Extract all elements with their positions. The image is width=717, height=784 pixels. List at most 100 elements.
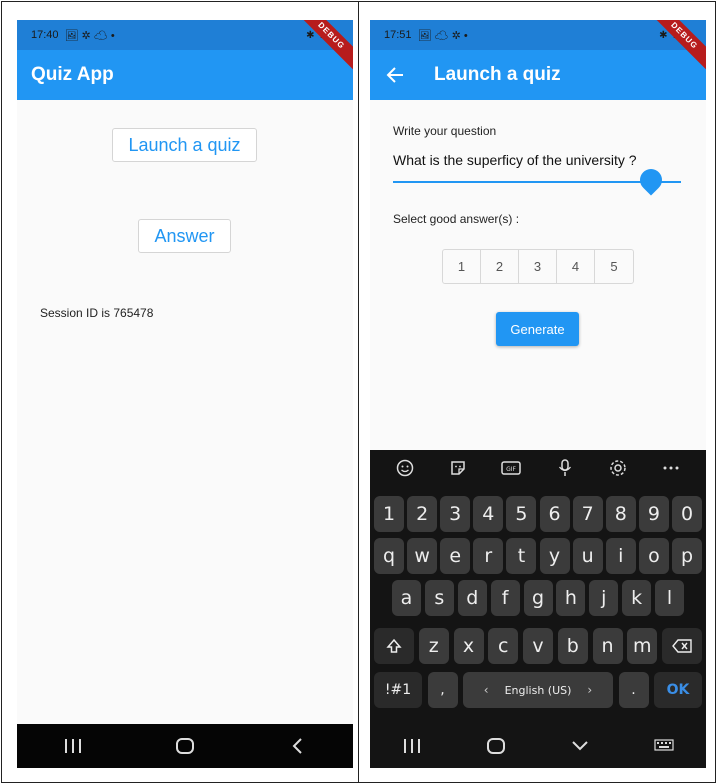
period-key[interactable]: . <box>618 672 649 708</box>
key[interactable]: d <box>457 580 487 616</box>
key[interactable]: k <box>622 580 652 616</box>
gif-icon[interactable]: GIF <box>496 453 526 483</box>
answer-toggle-2[interactable]: 2 <box>481 250 519 283</box>
hide-keyboard-button[interactable] <box>560 726 600 766</box>
answer-toggle-group: 1 2 3 4 5 <box>442 249 634 284</box>
key[interactable]: o <box>638 538 669 574</box>
keyboard-number-row: 1 2 3 4 5 6 7 8 9 0 <box>374 496 702 532</box>
recent-apps-button[interactable] <box>392 726 432 766</box>
key[interactable]: 6 <box>539 496 570 532</box>
key[interactable]: p <box>671 538 702 574</box>
back-button[interactable] <box>277 726 317 766</box>
key[interactable]: b <box>557 628 588 664</box>
key[interactable]: s <box>424 580 454 616</box>
status-bar: 17:51 🖼 ☁ ✲ • ✱ ⊿ ▮ <box>370 20 706 50</box>
key[interactable]: a <box>392 580 421 616</box>
key[interactable]: j <box>589 580 619 616</box>
sticker-icon[interactable] <box>443 453 473 483</box>
symbols-key[interactable]: !#1 <box>374 672 422 708</box>
key[interactable]: w <box>407 538 438 574</box>
app-bar: Quiz App <box>17 50 353 100</box>
home-icon <box>176 738 194 754</box>
shift-arrow-icon <box>386 638 402 653</box>
emoji-icon[interactable] <box>390 453 420 483</box>
android-nav-bar <box>370 724 706 768</box>
launch-quiz-button[interactable]: Launch a quiz <box>112 128 257 162</box>
app-title: Launch a quiz <box>434 64 561 85</box>
settings-gear-icon[interactable] <box>603 453 633 483</box>
keyboard-switch-button[interactable] <box>644 726 684 766</box>
back-arrow-icon[interactable] <box>374 50 416 100</box>
keyboard-icon <box>654 739 674 751</box>
home-button[interactable] <box>476 726 516 766</box>
key[interactable]: 9 <box>638 496 669 532</box>
chevron-down-icon <box>572 741 588 751</box>
home-screen: 17:40 🖼 ✲ ☁ • ✱ ⊿ ▮ Quiz App DEBUG Launc… <box>17 20 353 768</box>
key[interactable]: q <box>374 538 404 574</box>
cursor-left-icon: ‹ <box>483 683 489 697</box>
generate-button[interactable]: Generate <box>496 312 579 346</box>
key[interactable]: 2 <box>407 496 438 532</box>
key[interactable]: 8 <box>605 496 636 532</box>
key[interactable]: 5 <box>506 496 537 532</box>
keyboard-bottom-letter-row: z x c v b n m <box>374 628 702 664</box>
app-bar: Launch a quiz <box>370 50 706 100</box>
key[interactable]: 7 <box>572 496 603 532</box>
key[interactable]: r <box>473 538 504 574</box>
status-notification-icons: 🖼 ☁ ✲ • <box>417 29 468 42</box>
answer-toggle-4[interactable]: 4 <box>557 250 595 283</box>
svg-text:GIF: GIF <box>506 466 516 473</box>
key[interactable]: u <box>572 538 603 574</box>
space-bar-language: English (US) <box>504 683 572 697</box>
android-nav-bar <box>17 724 353 768</box>
key[interactable]: l <box>655 580 684 616</box>
home-button[interactable] <box>165 726 205 766</box>
key[interactable]: 1 <box>374 496 404 532</box>
space-bar[interactable]: ‹ English (US) › <box>463 672 613 708</box>
key[interactable]: e <box>440 538 471 574</box>
more-options-icon[interactable] <box>656 453 686 483</box>
key[interactable]: c <box>488 628 519 664</box>
key[interactable]: 0 <box>671 496 702 532</box>
key[interactable]: y <box>539 538 570 574</box>
answer-toggle-1[interactable]: 1 <box>443 250 481 283</box>
back-chevron-icon <box>292 738 302 754</box>
key[interactable]: 4 <box>473 496 504 532</box>
key[interactable]: m <box>627 628 658 664</box>
keyboard-home-row: a s d f g h j k l <box>392 580 684 616</box>
shift-key[interactable] <box>374 628 414 664</box>
soft-keyboard: GIF 1 2 3 4 5 6 7 8 9 0 q w e r t y u i … <box>370 450 706 768</box>
question-input[interactable]: What is the superficy of the university … <box>393 152 637 168</box>
recents-icon <box>65 739 81 753</box>
key[interactable]: i <box>605 538 636 574</box>
key[interactable]: x <box>453 628 484 664</box>
key[interactable]: h <box>556 580 586 616</box>
answer-toggle-5[interactable]: 5 <box>595 250 633 283</box>
key[interactable]: t <box>506 538 537 574</box>
key[interactable]: n <box>592 628 623 664</box>
select-answers-label: Select good answer(s) : <box>393 212 520 226</box>
app-title: Quiz App <box>31 64 114 85</box>
key[interactable]: 3 <box>440 496 471 532</box>
key[interactable]: v <box>523 628 553 664</box>
question-input-underline <box>393 181 681 183</box>
panel-divider <box>358 1 359 783</box>
key[interactable]: z <box>418 628 449 664</box>
comma-key[interactable]: , <box>427 672 458 708</box>
status-notification-icons: 🖼 ✲ ☁ • <box>64 29 115 42</box>
session-id-text: Session ID is 765478 <box>40 306 154 320</box>
keyboard-top-letter-row: q w e r t y u i o p <box>374 538 702 574</box>
key[interactable]: f <box>490 580 520 616</box>
cursor-right-icon: › <box>587 683 593 697</box>
key[interactable]: g <box>523 580 553 616</box>
status-time: 17:51 <box>384 29 412 41</box>
recent-apps-button[interactable] <box>53 726 93 766</box>
answer-toggle-3[interactable]: 3 <box>519 250 557 283</box>
backspace-icon <box>672 639 692 653</box>
answer-button[interactable]: Answer <box>138 219 231 253</box>
ok-key[interactable]: OK <box>654 672 702 708</box>
status-time: 17:40 <box>31 29 59 41</box>
backspace-key[interactable] <box>662 628 702 664</box>
microphone-icon[interactable] <box>550 453 580 483</box>
text-cursor-handle[interactable] <box>635 164 667 196</box>
